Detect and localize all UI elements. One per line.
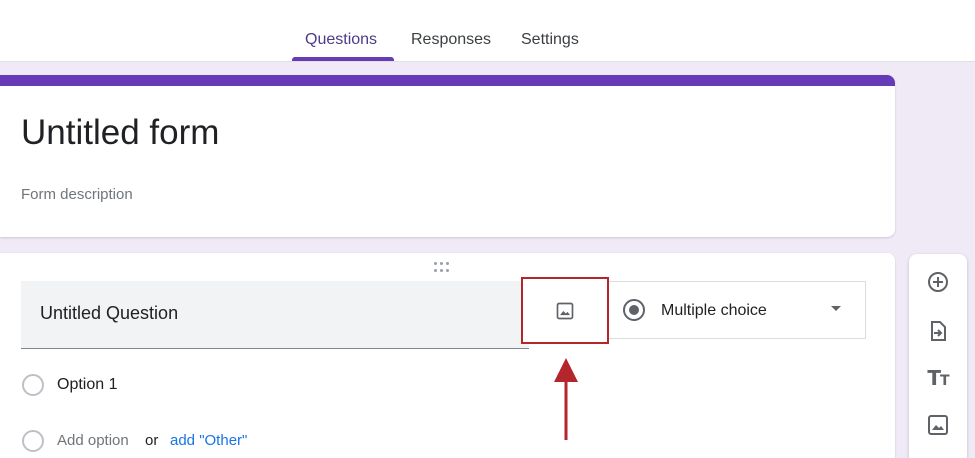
image-icon: [556, 302, 574, 319]
add-image-toolbar-button[interactable]: [926, 413, 950, 437]
caret-down-icon: [831, 306, 841, 311]
header-accent-bar: [0, 75, 895, 86]
top-tab-bar: Questions Responses Settings: [0, 0, 975, 62]
question-type-label: Multiple choice: [661, 302, 767, 319]
import-questions-button[interactable]: [926, 319, 950, 343]
add-option-radio-icon: [22, 430, 44, 452]
form-header-card: [0, 75, 895, 237]
add-title-button[interactable]: TT: [926, 366, 950, 390]
form-description[interactable]: Form description: [21, 186, 133, 203]
title-text-icon: TT: [927, 366, 949, 390]
radio-checked-icon: [623, 299, 645, 321]
question-title-input[interactable]: Untitled Question: [21, 281, 529, 349]
add-circle-icon: [928, 272, 948, 292]
tab-responses[interactable]: Responses: [411, 31, 491, 49]
tab-settings[interactable]: Settings: [521, 31, 579, 49]
drag-handle-icon[interactable]: [434, 262, 454, 272]
form-title[interactable]: Untitled form: [21, 115, 219, 150]
image-icon: [928, 415, 948, 435]
or-text: or: [145, 432, 159, 449]
active-tab-indicator: [292, 57, 394, 61]
import-icon: [931, 321, 946, 341]
annotation-arrow-icon: [554, 358, 578, 440]
add-image-button[interactable]: [521, 277, 609, 344]
add-option-button[interactable]: Add option: [57, 432, 129, 449]
add-other-link[interactable]: add "Other": [170, 432, 247, 449]
option-label[interactable]: Option 1: [57, 376, 117, 394]
tab-questions[interactable]: Questions: [305, 31, 377, 49]
option-radio-icon: [22, 374, 44, 396]
add-question-button[interactable]: [926, 270, 950, 294]
